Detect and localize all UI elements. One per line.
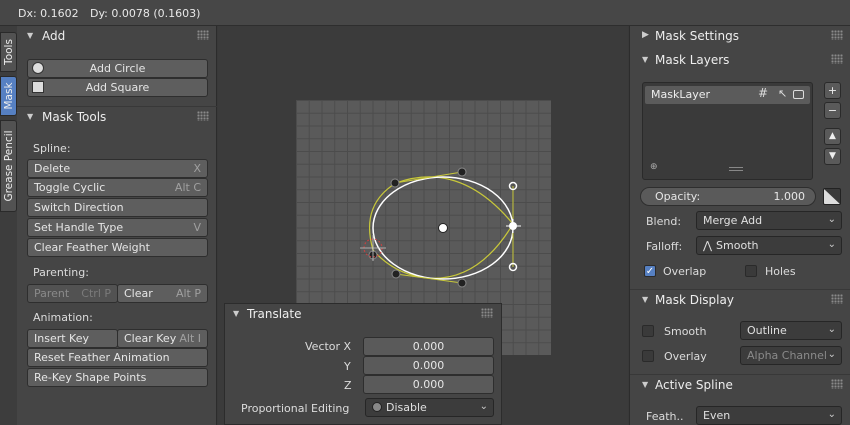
active-spline-header[interactable]: ▼ Active Spline	[630, 374, 850, 396]
drag-grip-icon[interactable]	[831, 54, 843, 64]
mask-layers-header[interactable]: ▼ Mask Layers	[630, 50, 850, 72]
opacity-label: Opacity:	[655, 190, 701, 203]
collapse-icon: ▼	[233, 309, 240, 318]
median-point	[438, 223, 448, 233]
overlay-mode-value: Alpha Channel	[747, 349, 827, 362]
move-layer-down-button[interactable]: ▼	[824, 148, 841, 165]
active-spline-title: Active Spline	[655, 378, 733, 392]
holes-checkbox[interactable]	[745, 265, 757, 277]
restrict-select-icon[interactable]: ↖	[778, 87, 787, 100]
falloff-dropdown[interactable]: ⋀ Smooth ⌄	[696, 236, 842, 255]
falloff-label: Falloff:	[646, 240, 683, 253]
vector-z-field[interactable]: 0.000	[363, 375, 494, 394]
collapse-icon: ▼	[642, 55, 649, 64]
drag-grip-icon[interactable]	[481, 308, 493, 318]
proportional-editing-label: Proportional Editing	[241, 402, 350, 415]
restrict-view-icon[interactable]: #	[758, 86, 768, 100]
vector-y-label: Y	[344, 360, 351, 373]
overlay-checkbox[interactable]	[642, 350, 654, 362]
mask-settings-title: Mask Settings	[655, 29, 739, 43]
chevron-down-icon: ⌄	[827, 349, 836, 360]
vector-y-field[interactable]: 0.000	[363, 356, 494, 375]
control-point[interactable]	[457, 167, 467, 177]
vector-x-field[interactable]: 0.000	[363, 337, 494, 356]
vector-z-label: Z	[344, 379, 352, 392]
proportional-icon	[372, 402, 382, 412]
mask-layer-list[interactable]: MaskLayer # ↖ ⊕	[642, 82, 813, 180]
add-layer-button[interactable]: +	[824, 82, 841, 99]
mask-layers-title: Mask Layers	[655, 53, 730, 67]
smooth-falloff-icon: ⋀	[703, 239, 713, 252]
collapse-icon: ▼	[642, 295, 649, 304]
holes-label: Holes	[765, 265, 796, 278]
drag-grip-icon[interactable]	[831, 379, 843, 389]
mask-settings-header[interactable]: ▶ Mask Settings	[630, 26, 850, 48]
chevron-down-icon: ⌄	[827, 324, 836, 335]
feather-value: Even	[703, 409, 731, 422]
opacity-slider[interactable]: Opacity: 1.000	[640, 187, 816, 206]
properties-panel: ▶ Mask Settings ▼ Mask Layers MaskLayer …	[629, 26, 850, 425]
falloff-value: Smooth	[716, 239, 759, 252]
control-point[interactable]	[457, 278, 467, 288]
proportional-editing-value: Disable	[386, 401, 427, 414]
list-item[interactable]: MaskLayer # ↖	[645, 86, 810, 104]
chevron-down-icon: ⌄	[827, 409, 836, 420]
expand-icon: ▶	[642, 30, 649, 40]
draw-type-dropdown[interactable]: Outline ⌄	[740, 321, 842, 340]
restrict-render-icon[interactable]	[793, 90, 804, 99]
mask-display-header[interactable]: ▼ Mask Display	[630, 289, 850, 311]
drag-grip-icon[interactable]	[831, 294, 843, 304]
control-point[interactable]	[390, 178, 400, 188]
collapse-icon: ▼	[642, 380, 649, 389]
chevron-down-icon: ⌄	[479, 401, 488, 412]
translate-title: Translate	[247, 307, 302, 321]
drag-grip-icon[interactable]	[831, 30, 843, 40]
smooth-checkbox[interactable]	[642, 325, 654, 337]
chevron-down-icon: ⌄	[827, 239, 836, 250]
overlay-label: Overlay	[664, 350, 707, 363]
mask-layer-name: MaskLayer	[651, 88, 711, 101]
draw-type-value: Outline	[747, 324, 787, 337]
list-resize-icon[interactable]	[729, 167, 743, 171]
invert-icon[interactable]	[823, 188, 841, 205]
add-icon[interactable]: ⊕	[650, 162, 658, 172]
overlap-label: Overlap	[663, 265, 707, 278]
blend-dropdown[interactable]: Merge Add ⌄	[696, 211, 842, 230]
invert-icon-shape	[824, 189, 840, 204]
overlap-checkbox[interactable]: ✓	[644, 265, 656, 277]
mask-display-title: Mask Display	[655, 293, 734, 307]
proportional-editing-dropdown[interactable]: Disable ⌄	[365, 398, 494, 417]
remove-layer-button[interactable]: −	[824, 102, 841, 119]
chevron-down-icon: ⌄	[827, 214, 836, 225]
move-layer-up-button[interactable]: ▲	[824, 128, 841, 145]
opacity-value: 1.000	[773, 190, 806, 203]
smooth-label: Smooth	[664, 325, 707, 338]
feather-offset-dropdown[interactable]: Even ⌄	[696, 406, 842, 425]
overlay-mode-dropdown[interactable]: Alpha Channel ⌄	[740, 346, 842, 365]
control-point[interactable]	[391, 269, 401, 279]
blend-label: Blend:	[646, 215, 682, 228]
feather-label: Feath..	[646, 410, 684, 423]
vector-x-label: Vector X	[305, 340, 352, 353]
translate-header[interactable]: ▼ Translate	[225, 304, 501, 326]
blend-value: Merge Add	[703, 214, 763, 227]
translate-panel: ▼ Translate Vector X 0.000 Y 0.000 Z 0.0…	[224, 303, 502, 425]
